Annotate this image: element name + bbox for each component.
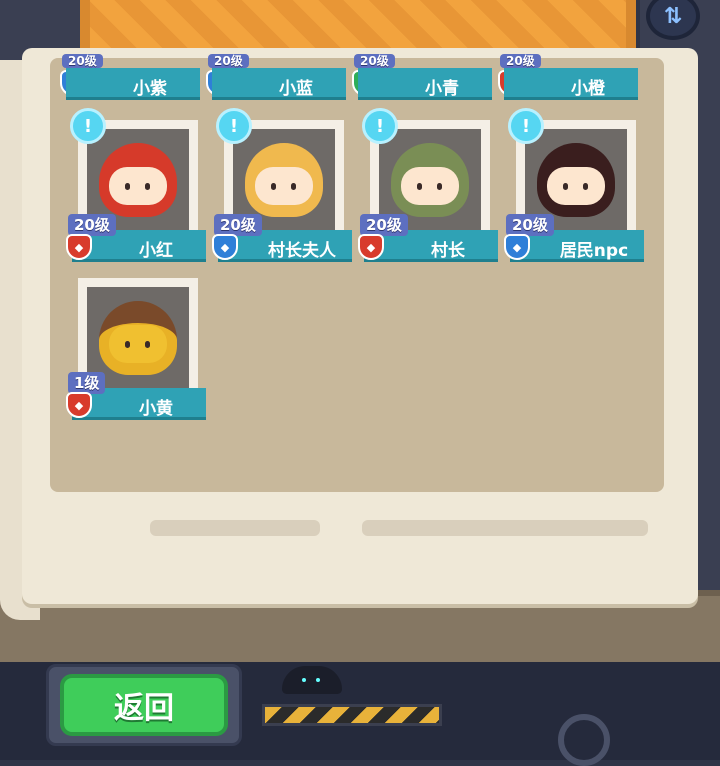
character-card-xiaohuang[interactable]: 小黄 1级 ◆ xyxy=(66,278,206,422)
top-banner xyxy=(80,0,636,52)
alert-bubble-icon[interactable]: ! xyxy=(216,108,252,144)
name-tag: 小橙 xyxy=(504,68,638,100)
face xyxy=(401,167,459,205)
name-tag: 小蓝 xyxy=(212,68,346,100)
level-badge: 20级 xyxy=(214,214,262,236)
character-name: 小橙 xyxy=(571,79,605,99)
shield-icon: ◆ xyxy=(66,392,92,418)
alert-bubble-icon[interactable]: ! xyxy=(362,108,398,144)
back-button[interactable]: 返回 xyxy=(60,674,228,736)
wheel-icon xyxy=(558,714,610,766)
character-name: 小紫 xyxy=(133,79,167,99)
face xyxy=(109,167,167,205)
level-badge: 1级 xyxy=(68,372,106,394)
character-name: 小蓝 xyxy=(279,79,313,99)
level-badge: 20级 xyxy=(506,214,554,236)
character-name: 村长夫人 xyxy=(268,241,336,261)
face xyxy=(109,325,167,363)
shield-icon: ◆ xyxy=(358,234,384,260)
alert-bubble-icon[interactable]: ! xyxy=(70,108,106,144)
character-card-top-4[interactable]: 20级 ◆ 小橙 xyxy=(498,54,644,104)
character-card-village-chief-wife[interactable]: ! 村长夫人 20级 ◆ xyxy=(212,108,352,264)
level-badge: 20级 xyxy=(68,214,116,236)
character-name: 小青 xyxy=(425,79,459,99)
character-card-top-2[interactable]: 20级 ◆ 小蓝 xyxy=(206,54,352,104)
character-name: 小红 xyxy=(139,241,173,261)
character-card-village-chief[interactable]: ! 村长 20级 ◆ xyxy=(358,108,498,264)
face xyxy=(255,167,313,205)
character-card-resident-npc[interactable]: ! 居民npc 20级 ◆ xyxy=(504,108,644,264)
name-tag: 小青 xyxy=(358,68,492,100)
level-badge: 20级 xyxy=(62,54,103,68)
shadow-creature-icon xyxy=(282,666,342,694)
shield-icon: ◆ xyxy=(504,234,530,260)
character-card-top-1[interactable]: 20级 ◆ 小紫 xyxy=(60,54,206,104)
face xyxy=(547,167,605,205)
level-badge: 20级 xyxy=(360,214,408,236)
level-badge: 20级 xyxy=(208,54,249,68)
character-name: 居民npc xyxy=(559,241,629,261)
blurred-hint-text xyxy=(362,520,648,536)
character-name: 小黄 xyxy=(139,399,173,419)
level-badge: 20级 xyxy=(354,54,395,68)
name-tag: 小紫 xyxy=(66,68,200,100)
alert-bubble-icon[interactable]: ! xyxy=(508,108,544,144)
hazard-stripe xyxy=(262,704,442,726)
shield-icon: ◆ xyxy=(212,234,238,260)
character-name: 村长 xyxy=(431,241,465,261)
shield-icon: ◆ xyxy=(66,234,92,260)
swap-icon: ⇅ xyxy=(663,3,683,29)
blurred-hint-text xyxy=(150,520,320,536)
character-card-xiaohong[interactable]: ! 小红 20级 ◆ xyxy=(66,108,206,264)
level-badge: 20级 xyxy=(500,54,541,68)
character-card-top-3[interactable]: 20级 ◆ 小青 xyxy=(352,54,498,104)
